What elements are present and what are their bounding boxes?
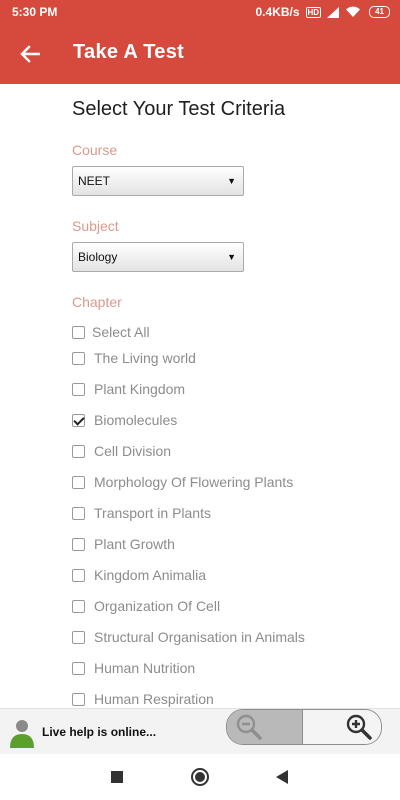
- support-agent-icon: [10, 720, 34, 748]
- status-bar: 5:30 PM 0.4KB/s HD 41: [0, 0, 400, 24]
- chapter-label-text: The Living world: [94, 350, 196, 366]
- chapter-item[interactable]: Organization Of Cell: [72, 598, 220, 614]
- chapter-label-text: Kingdom Animalia: [94, 567, 207, 583]
- zoom-in-icon: [346, 714, 372, 740]
- checkbox[interactable]: [72, 661, 85, 675]
- sim-hd-icon: HD: [305, 6, 322, 18]
- chapter-item[interactable]: Plant Kingdom: [72, 381, 185, 397]
- subject-selected-value: Biology: [78, 250, 118, 264]
- course-label: Course: [72, 142, 118, 158]
- checkbox-checked[interactable]: [72, 413, 85, 427]
- back-button[interactable]: [14, 38, 46, 70]
- chapter-item[interactable]: Transport in Plants: [72, 505, 211, 521]
- back-triangle-icon: [276, 770, 288, 784]
- recents-square-icon: [111, 771, 123, 783]
- chapter-label: Chapter: [72, 294, 122, 310]
- chapter-label-text: Organization Of Cell: [94, 598, 221, 614]
- chapter-item[interactable]: Cell Division: [72, 443, 171, 459]
- chapter-item[interactable]: Structural Organisation in Animals: [72, 629, 305, 645]
- network-speed: 0.4KB/s: [255, 5, 300, 19]
- checkbox[interactable]: [72, 599, 85, 613]
- checkbox[interactable]: [72, 351, 85, 365]
- status-time: 5:30 PM: [12, 5, 58, 19]
- checkbox[interactable]: [72, 692, 85, 706]
- app-title: Take A Test: [73, 41, 185, 63]
- chevron-down-icon: ▼: [227, 252, 236, 262]
- zoom-control: [226, 709, 382, 745]
- chapter-label-text: Morphology Of Flowering Plants: [94, 474, 294, 490]
- live-help-text: Live help is online...: [42, 725, 157, 739]
- signal-icon: [327, 6, 340, 18]
- chapter-label-text: Human Nutrition: [94, 660, 196, 676]
- course-select[interactable]: NEET ▼: [72, 166, 244, 196]
- chapter-item[interactable]: Kingdom Animalia: [72, 567, 206, 583]
- zoom-out-button[interactable]: [227, 710, 303, 744]
- nav-back-button[interactable]: [271, 766, 293, 788]
- course-selected-value: NEET: [78, 174, 111, 188]
- chapter-label-text: Biomolecules: [94, 412, 178, 428]
- subject-label: Subject: [72, 218, 119, 234]
- checkbox[interactable]: [72, 382, 85, 396]
- subject-select[interactable]: Biology ▼: [72, 242, 244, 272]
- checkbox[interactable]: [72, 444, 85, 458]
- checkbox[interactable]: [72, 630, 85, 644]
- chapter-label-text: Plant Growth: [94, 536, 175, 552]
- arrow-left-icon: [20, 45, 40, 63]
- home-button[interactable]: [189, 766, 211, 788]
- page-title: Select Your Test Criteria: [72, 98, 286, 120]
- chapter-label-text: Structural Organisation in Animals: [94, 629, 305, 645]
- checkbox[interactable]: [72, 568, 85, 582]
- chapter-item[interactable]: The Living world: [72, 350, 196, 366]
- chapter-item[interactable]: Biomolecules: [72, 412, 177, 428]
- system-nav-bar: [0, 754, 400, 800]
- checkbox[interactable]: [72, 475, 85, 489]
- chapter-label-text: Plant Kingdom: [94, 381, 186, 397]
- wifi-icon: [346, 6, 361, 18]
- checkbox[interactable]: [72, 506, 85, 520]
- recents-button[interactable]: [106, 766, 128, 788]
- chapter-item[interactable]: Morphology Of Flowering Plants: [72, 474, 293, 490]
- checkbox[interactable]: [72, 537, 85, 551]
- status-icons: 0.4KB/s HD 41: [255, 5, 390, 19]
- chapter-label-text: Transport in Plants: [94, 505, 211, 521]
- checkbox[interactable]: [72, 325, 85, 339]
- chapter-item[interactable]: Plant Growth: [72, 536, 175, 552]
- home-circle-icon: [191, 768, 209, 786]
- zoom-out-icon: [236, 714, 262, 740]
- app-bar: Take A Test: [0, 24, 400, 84]
- battery-icon: 41: [369, 6, 390, 18]
- chapter-item[interactable]: Human Nutrition: [72, 660, 195, 676]
- live-help-bar[interactable]: Live help is online...: [0, 708, 400, 755]
- chapter-label-text: Select All: [92, 324, 150, 340]
- chapter-label-text: Cell Division: [94, 443, 172, 459]
- zoom-in-button[interactable]: [303, 710, 381, 744]
- chevron-down-icon: ▼: [227, 176, 236, 186]
- chapter-label-text: Human Respiration: [94, 691, 214, 707]
- chapter-item-select-all[interactable]: Select All: [72, 324, 150, 340]
- chapter-item[interactable]: Human Respiration: [72, 691, 214, 707]
